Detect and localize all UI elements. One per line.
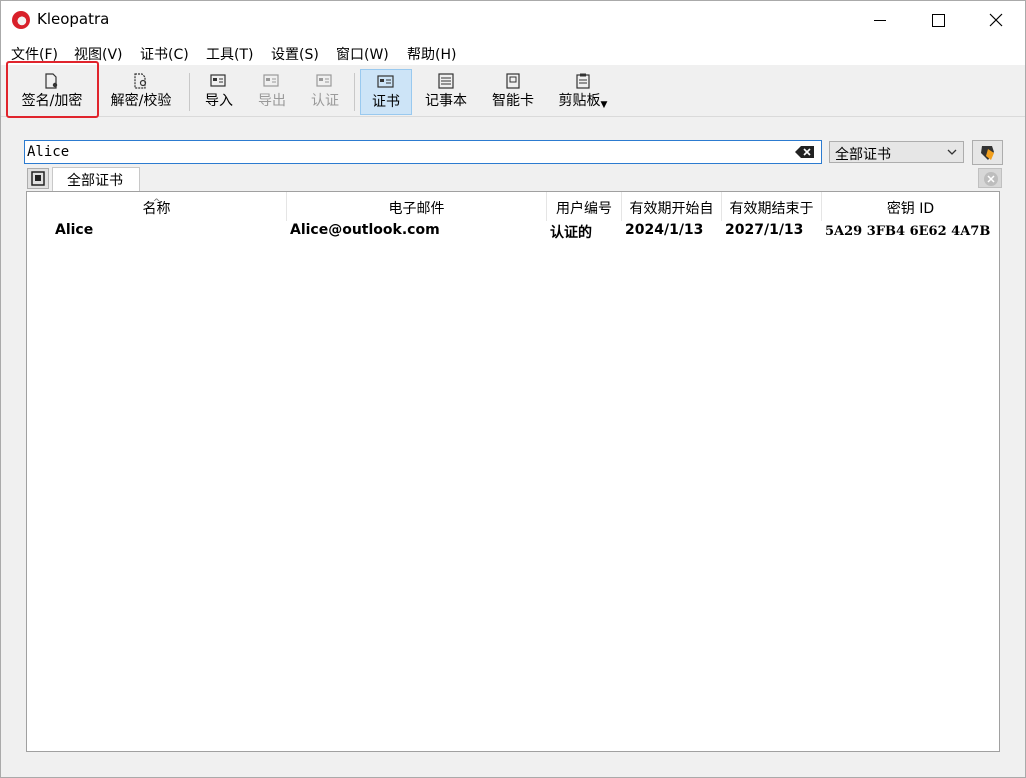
certificate-table: ^ 名称 电子邮件 用户编号 有效期开始自 有效期结束于 密钥 ID Alice…: [26, 191, 1000, 752]
import-label: 导入: [205, 93, 233, 109]
decrypt-verify-button[interactable]: 解密/校验: [101, 69, 181, 115]
toolbar-separator: [189, 73, 190, 111]
column-header-valid-until[interactable]: 有效期结束于: [722, 192, 822, 221]
chevron-down-icon: [947, 149, 957, 155]
column-header-label: 有效期结束于: [729, 201, 814, 217]
clipboard-label: 剪贴板: [558, 93, 601, 109]
column-header-name[interactable]: ^ 名称: [27, 192, 287, 221]
menu-bar: 文件(F) 视图(V) 证书(C) 工具(T) 设置(S) 窗口(W) 帮助(H…: [1, 39, 1025, 65]
notepad-label: 记事本: [425, 93, 467, 109]
close-button[interactable]: [967, 1, 1025, 39]
certificates-button[interactable]: 证书: [360, 69, 412, 115]
kleopatra-window: Kleopatra 文件(F) 视图(V) 证书(C) 工具(T) 设置(S) …: [0, 0, 1026, 778]
decrypt-verify-label: 解密/校验: [110, 93, 172, 109]
certificates-icon: [377, 75, 394, 88]
filter-selected: 全部证书: [835, 147, 891, 163]
notepad-icon: [438, 73, 454, 89]
column-header-email[interactable]: 电子邮件: [287, 192, 547, 221]
minimize-button[interactable]: [851, 1, 909, 39]
kleopatra-icon: [12, 11, 30, 29]
export-icon: [263, 74, 279, 87]
close-icon: [989, 13, 1003, 27]
column-header-valid-from[interactable]: 有效期开始自: [622, 192, 722, 221]
cell-valid-from: 2024/1/13: [625, 222, 704, 238]
cell-email: Alice@outlook.com: [290, 222, 440, 238]
clipboard-button[interactable]: 剪贴板▼: [553, 69, 613, 115]
export-label: 导出: [258, 93, 286, 109]
smartcard-label: 智能卡: [492, 93, 534, 109]
export-button[interactable]: 导出: [251, 69, 293, 115]
highlight-box: [6, 61, 99, 118]
menu-tools[interactable]: 工具(T): [206, 44, 253, 64]
window-title: Kleopatra: [37, 10, 110, 28]
certify-button[interactable]: 认证: [304, 69, 346, 115]
notepad-button[interactable]: 记事本: [419, 69, 473, 115]
new-tab-icon: [31, 171, 45, 186]
certificate-shield-icon: [981, 146, 994, 160]
decrypt-verify-icon: [134, 73, 147, 89]
search-input-value: Alice: [27, 144, 70, 160]
column-header-key-id[interactable]: 密钥 ID: [822, 192, 999, 221]
tab-all-certificates[interactable]: 全部证书: [52, 167, 140, 191]
cell-name: Alice: [55, 222, 94, 238]
menu-certificates[interactable]: 证书(C): [140, 44, 189, 64]
clipboard-icon: [576, 73, 590, 89]
column-header-label: 名称: [142, 201, 171, 217]
smartcard-button[interactable]: 智能卡: [486, 69, 540, 115]
smartcard-icon: [506, 73, 520, 89]
column-header-user-id[interactable]: 用户编号: [547, 192, 622, 221]
chevron-down-icon: ▼: [600, 100, 608, 110]
main-toolbar: 签名/加密 解密/校验 导入 导出 认证 证书 记事本 智能卡 剪贴板▼: [1, 65, 1025, 117]
search-input[interactable]: Alice: [24, 140, 822, 164]
column-header-label: 有效期开始自: [629, 201, 714, 217]
certificates-label: 证书: [372, 94, 400, 110]
cell-key-id: 5A29 3FB4 6E62 4A7B: [825, 224, 991, 239]
clear-search-icon[interactable]: [795, 145, 815, 159]
column-header-label: 密钥 ID: [886, 201, 935, 217]
certify-icon: [316, 74, 332, 87]
tab-label: 全部证书: [67, 173, 123, 189]
title-bar: Kleopatra: [1, 1, 1025, 39]
menu-settings[interactable]: 设置(S): [271, 44, 319, 64]
column-header-label: 用户编号: [556, 201, 612, 217]
cell-valid-until: 2027/1/13: [725, 222, 804, 238]
certify-label: 认证: [311, 93, 339, 109]
toolbar-separator: [354, 73, 355, 111]
maximize-button[interactable]: [909, 1, 967, 39]
certificate-filter-select[interactable]: 全部证书: [829, 141, 964, 163]
certificate-shield-button[interactable]: [972, 140, 1003, 165]
column-header-label: 电子邮件: [388, 201, 445, 217]
close-tab-button[interactable]: [978, 168, 1002, 188]
cell-user-id: 认证的: [550, 225, 592, 241]
new-tab-button[interactable]: [27, 168, 49, 189]
close-icon: [984, 172, 998, 186]
import-button[interactable]: 导入: [198, 69, 240, 115]
table-header: ^ 名称 电子邮件 用户编号 有效期开始自 有效期结束于 密钥 ID: [27, 192, 999, 221]
menu-window[interactable]: 窗口(W): [336, 44, 389, 64]
menu-help[interactable]: 帮助(H): [407, 44, 456, 64]
table-row[interactable]: Alice Alice@outlook.com 认证的 2024/1/13 20…: [27, 221, 999, 243]
import-icon: [210, 74, 226, 87]
